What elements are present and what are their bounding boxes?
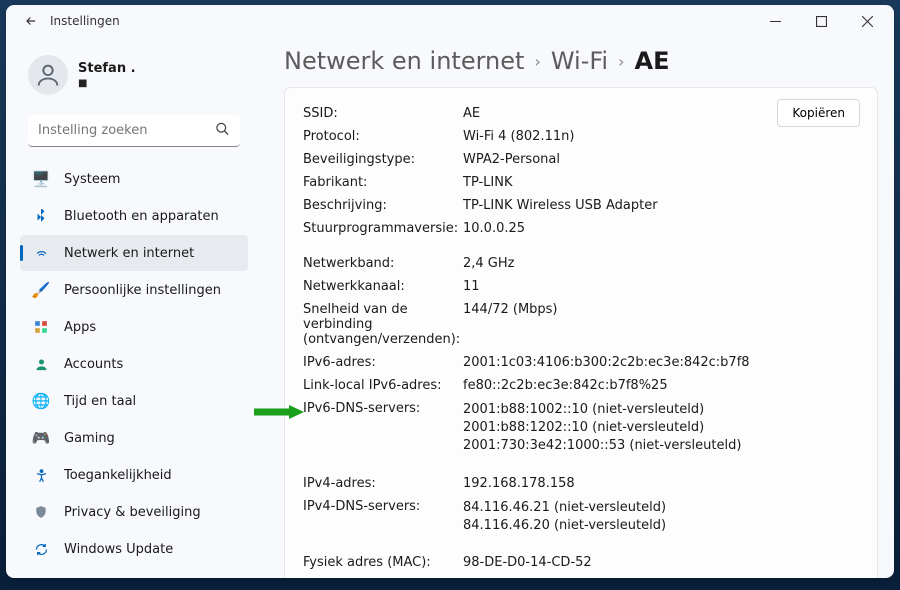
titlebar: Instellingen	[6, 5, 894, 37]
sidebar-item-system[interactable]: 🖥️ Systeem	[20, 161, 248, 197]
person-icon	[32, 355, 50, 373]
sidebar-item-label: Netwerk en internet	[64, 246, 194, 261]
chevron-right-icon: ›	[534, 52, 540, 71]
nav-list: 🖥️ Systeem Bluetooth en apparaten Netwer…	[14, 161, 254, 567]
back-button[interactable]	[22, 12, 40, 30]
detail-ipv4: IPv4-adres:192.168.178.158	[303, 472, 859, 495]
detail-linklocal: Link-local IPv6-adres:fe80::2c2b:ec3e:84…	[303, 374, 859, 397]
sidebar-item-accessibility[interactable]: Toegankelijkheid	[20, 457, 248, 493]
settings-window: Instellingen Stefan . ■	[6, 5, 894, 578]
brush-icon: 🖌️	[32, 281, 50, 299]
search-box	[28, 115, 240, 147]
shield-icon	[32, 503, 50, 521]
display-icon: 🖥️	[32, 170, 50, 188]
detail-ipv6dns: IPv6-DNS-servers: 2001:b88:1002::10 (nie…	[303, 397, 859, 460]
sidebar-item-label: Systeem	[64, 172, 120, 187]
detail-band: Netwerkband:2,4 GHz	[303, 252, 859, 275]
sidebar-item-network[interactable]: Netwerk en internet	[20, 235, 248, 271]
bluetooth-icon	[32, 207, 50, 225]
sidebar-item-label: Apps	[64, 320, 96, 335]
sidebar-item-label: Bluetooth en apparaten	[64, 209, 219, 224]
sidebar-item-accounts[interactable]: Accounts	[20, 346, 248, 382]
minimize-button[interactable]	[752, 5, 798, 37]
chevron-right-icon: ›	[618, 52, 624, 71]
detail-protocol: Protocol:Wi-Fi 4 (802.11n)	[303, 125, 859, 148]
user-name: Stefan .	[78, 61, 136, 76]
maximize-button[interactable]	[798, 5, 844, 37]
sidebar-item-label: Toegankelijkheid	[64, 468, 172, 483]
sidebar: Stefan . ■ 🖥️ Systeem	[6, 37, 254, 578]
breadcrumb-network[interactable]: Netwerk en internet	[284, 47, 524, 75]
detail-ipv6: IPv6-adres:2001:1c03:4106:b300:2c2b:ec3e…	[303, 351, 859, 374]
sidebar-item-label: Windows Update	[64, 542, 173, 557]
sidebar-item-label: Gaming	[64, 431, 115, 446]
detail-mac: Fysiek adres (MAC):98-DE-D0-14-CD-52	[303, 551, 859, 574]
wifi-icon	[32, 244, 50, 262]
sidebar-item-gaming[interactable]: 🎮 Gaming	[20, 420, 248, 456]
sidebar-item-apps[interactable]: Apps	[20, 309, 248, 345]
avatar	[28, 55, 68, 95]
network-details-panel: SSID:AE Protocol:Wi-Fi 4 (802.11n) Bevei…	[284, 87, 878, 578]
window-title: Instellingen	[50, 14, 120, 28]
detail-driver: Stuurprogrammaversie:10.0.0.25	[303, 217, 859, 240]
user-account-row[interactable]: Stefan . ■	[14, 45, 254, 109]
accessibility-icon	[32, 466, 50, 484]
detail-speed: Snelheid van de verbinding (ontvangen/ve…	[303, 298, 859, 351]
gaming-icon: 🎮	[32, 429, 50, 447]
search-input[interactable]	[28, 115, 240, 147]
update-icon	[32, 540, 50, 558]
detail-manufacturer: Fabrikant:TP-LINK	[303, 171, 859, 194]
sidebar-item-label: Accounts	[64, 357, 123, 372]
apps-icon	[32, 318, 50, 336]
detail-security: Beveiligingstype:WPA2-Personal	[303, 148, 859, 171]
detail-ipv4dns: IPv4-DNS-servers: 84.116.46.21 (niet-ver…	[303, 495, 859, 539]
detail-ssid: SSID:AE	[303, 102, 859, 125]
detail-channel: Netwerkkanaal:11	[303, 275, 859, 298]
detail-description: Beschrijving:TP-LINK Wireless USB Adapte…	[303, 194, 859, 217]
sidebar-item-label: Privacy & beveiliging	[64, 505, 201, 520]
breadcrumb-current: AE	[635, 47, 670, 75]
sidebar-item-label: Tijd en taal	[64, 394, 136, 409]
main-content: Netwerk en internet › Wi-Fi › AE Kopiëre…	[254, 37, 894, 578]
sidebar-item-update[interactable]: Windows Update	[20, 531, 248, 567]
breadcrumb: Netwerk en internet › Wi-Fi › AE	[284, 41, 878, 87]
copy-button[interactable]: Kopiëren	[777, 99, 860, 127]
breadcrumb-wifi[interactable]: Wi-Fi	[551, 47, 608, 75]
sidebar-item-bluetooth[interactable]: Bluetooth en apparaten	[20, 198, 248, 234]
sidebar-item-time[interactable]: 🌐 Tijd en taal	[20, 383, 248, 419]
sidebar-item-privacy[interactable]: Privacy & beveiliging	[20, 494, 248, 530]
search-icon	[215, 122, 230, 141]
close-button[interactable]	[844, 5, 890, 37]
user-status: ■	[78, 78, 136, 89]
sidebar-item-label: Persoonlijke instellingen	[64, 283, 221, 298]
globe-icon: 🌐	[32, 392, 50, 410]
sidebar-item-personalization[interactable]: 🖌️ Persoonlijke instellingen	[20, 272, 248, 308]
